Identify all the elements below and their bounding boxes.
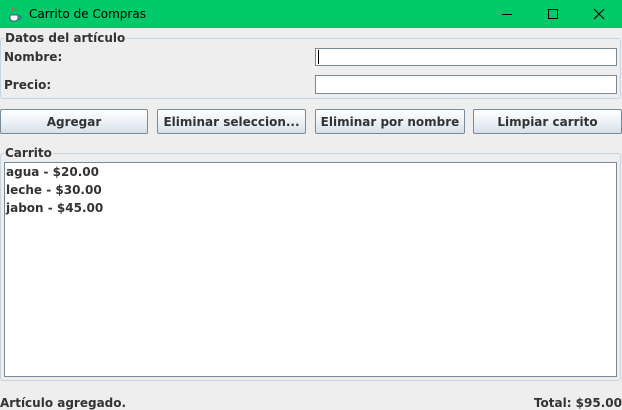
nombre-input[interactable] <box>315 48 617 66</box>
maximize-button[interactable] <box>530 0 576 28</box>
window-title: Carrito de Compras <box>29 7 146 21</box>
java-cup-icon <box>7 6 23 22</box>
limpiar-carrito-button[interactable]: Limpiar carrito <box>473 109 622 134</box>
eliminar-por-nombre-button[interactable]: Eliminar por nombre <box>315 109 465 134</box>
status-message: Artículo agregado. <box>0 396 127 410</box>
precio-input[interactable] <box>315 75 617 94</box>
datos-legend: Datos del artículo <box>5 31 126 45</box>
close-button[interactable] <box>576 0 622 28</box>
agregar-button[interactable]: Agregar <box>0 109 148 134</box>
precio-label: Precio: <box>4 78 52 92</box>
list-item[interactable]: agua - $20.00 <box>5 163 616 181</box>
text-caret <box>318 50 319 64</box>
nombre-label: Nombre: <box>4 50 63 64</box>
minimize-icon <box>502 14 512 15</box>
carrito-legend: Carrito <box>5 146 52 160</box>
list-item[interactable]: jabon - $45.00 <box>5 199 616 217</box>
eliminar-seleccion-button[interactable]: Eliminar seleccion... <box>157 109 306 134</box>
total-label: Total: $95.00 <box>533 396 622 410</box>
title-bar[interactable]: Carrito de Compras <box>0 0 622 28</box>
minimize-button[interactable] <box>484 0 530 28</box>
maximize-icon <box>548 9 558 19</box>
carrito-list[interactable]: agua - $20.00 leche - $30.00 jabon - $45… <box>4 162 617 377</box>
close-icon <box>593 8 605 20</box>
list-item[interactable]: leche - $30.00 <box>5 181 616 199</box>
